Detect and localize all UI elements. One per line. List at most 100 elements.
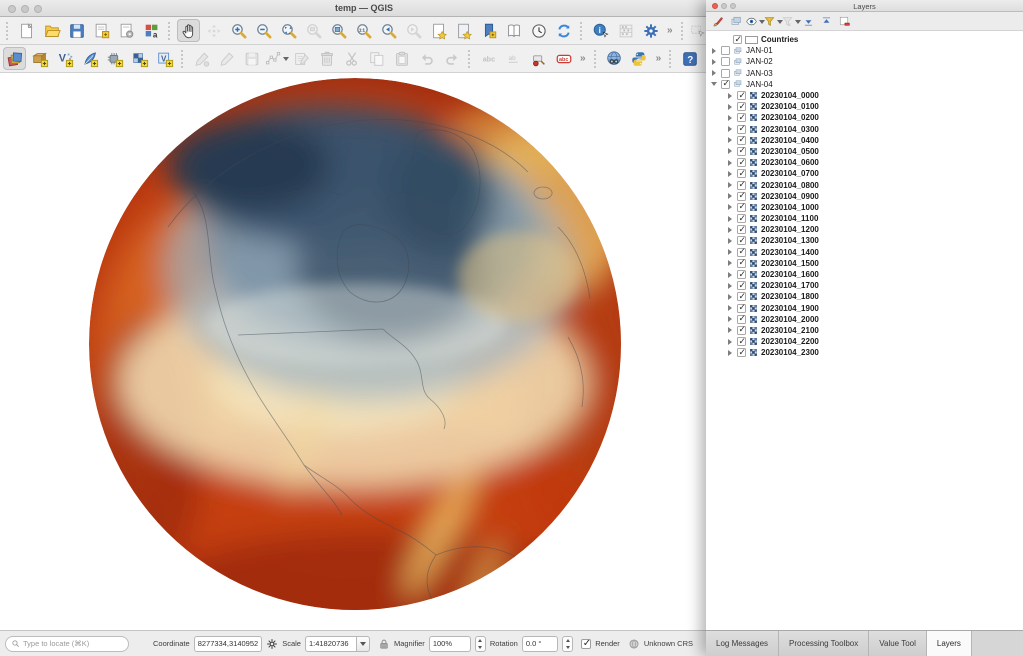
locator-search-input[interactable]: Type to locate (⌘K) [5,636,129,652]
open-project-button[interactable] [40,19,63,42]
crs-globe-icon[interactable] [628,638,640,650]
layer-labeling-button[interactable]: abc [477,47,500,70]
new-spatial-bookmark-button[interactable] [477,19,500,42]
main-titlebar[interactable]: temp — QGIS [0,0,728,17]
tree-expand-arrow-icon[interactable] [727,271,734,279]
pan-map-button[interactable] [177,19,200,42]
layer-row-20230104_0700[interactable]: 20230104_0700 [706,168,1023,179]
render-checkbox[interactable] [581,639,591,649]
tab-value-tool[interactable]: Value Tool [869,631,927,656]
tree-expand-arrow-icon[interactable] [727,282,734,290]
tree-expand-arrow-icon[interactable] [727,237,734,245]
tree-expand-arrow-icon[interactable] [727,192,734,200]
tree-expand-arrow-icon[interactable] [727,103,734,111]
layer-row-20230104_0400[interactable]: 20230104_0400 [706,135,1023,146]
remove-layer-button[interactable] [836,13,853,30]
expand-all-button[interactable] [800,13,817,30]
layer-row-20230104_1300[interactable]: 20230104_1300 [706,235,1023,246]
layer-visibility-checkbox[interactable] [737,270,746,279]
tree-expand-arrow-icon[interactable] [727,226,734,234]
layer-row-20230104_2200[interactable]: 20230104_2200 [706,336,1023,347]
osm-place-search-button[interactable] [603,47,626,70]
layer-visibility-checkbox[interactable] [737,125,746,134]
layer-visibility-checkbox[interactable] [733,35,742,44]
filter-by-expression-button[interactable]: ε [782,13,799,30]
coordinate-input[interactable]: 8277334,3140952 [194,636,262,652]
add-delimited-text-button[interactable] [78,47,101,70]
zoom-last-button[interactable] [377,19,400,42]
zoom-in-button[interactable] [227,19,250,42]
tree-collapse-arrow-icon[interactable] [711,80,718,88]
toolbar-overflow-chevron[interactable]: » [580,53,586,64]
new-print-layout-button[interactable] [90,19,113,42]
layer-visibility-checkbox[interactable] [737,91,746,100]
open-layer-styling-button[interactable] [710,13,727,30]
layer-visibility-checkbox[interactable] [737,248,746,257]
save-edits-button[interactable] [240,47,263,70]
tree-expand-arrow-icon[interactable] [727,181,734,189]
layer-visibility-checkbox[interactable] [737,192,746,201]
layer-visibility-checkbox[interactable] [737,315,746,324]
group-row-jan-04[interactable]: JAN-04 [706,79,1023,90]
layer-row-20230104_1800[interactable]: 20230104_1800 [706,291,1023,302]
layer-visibility-checkbox[interactable] [737,181,746,190]
zoom-next-button[interactable] [402,19,425,42]
layer-row-20230104_1900[interactable]: 20230104_1900 [706,303,1023,314]
layer-visibility-checkbox[interactable] [737,136,746,145]
tree-expand-arrow-icon[interactable] [727,293,734,301]
scale-dropdown-button[interactable] [357,636,370,652]
layer-row-20230104_2100[interactable]: 20230104_2100 [706,325,1023,336]
tree-expand-arrow-icon[interactable] [711,69,718,77]
tree-expand-arrow-icon[interactable] [727,203,734,211]
layer-visibility-checkbox[interactable] [737,225,746,234]
layer-row-20230104_0000[interactable]: 20230104_0000 [706,90,1023,101]
layer-row-20230104_0500[interactable]: 20230104_0500 [706,146,1023,157]
pin-labels-button[interactable] [527,47,550,70]
collapse-all-button[interactable] [818,13,835,30]
toggle-editing-button[interactable] [215,47,238,70]
bookmark-manager-button[interactable] [502,19,525,42]
processing-toolbox-button[interactable] [639,19,662,42]
group-row-jan-03[interactable]: JAN-03 [706,68,1023,79]
style-manager-button[interactable]: a [140,19,163,42]
layer-visibility-checkbox[interactable] [721,69,730,78]
layer-row-20230104_2300[interactable]: 20230104_2300 [706,347,1023,358]
statistical-summary-button[interactable] [614,19,637,42]
rotation-stepper[interactable] [562,636,573,652]
layer-visibility-checkbox[interactable] [737,326,746,335]
new-map-bookmark-button[interactable] [427,19,450,42]
tab-layers[interactable]: Layers [927,631,972,656]
group-row-jan-02[interactable]: JAN-02 [706,56,1023,67]
extents-toggle-icon[interactable] [266,638,278,650]
add-db-layer-button[interactable] [28,47,51,70]
layer-visibility-checkbox[interactable] [721,46,730,55]
scale-combobox[interactable]: 1:41820736 [305,636,370,652]
layer-row-20230104_1600[interactable]: 20230104_1600 [706,269,1023,280]
tree-expand-arrow-icon[interactable] [711,58,718,66]
manage-map-themes-button[interactable] [746,13,763,30]
layer-row-20230104_0100[interactable]: 20230104_0100 [706,101,1023,112]
tree-expand-arrow-icon[interactable] [727,349,734,357]
layer-row-20230104_1000[interactable]: 20230104_1000 [706,202,1023,213]
zoom-out-button[interactable] [252,19,275,42]
add-virtual-layer-button[interactable]: V [153,47,176,70]
tree-expand-arrow-icon[interactable] [727,259,734,267]
refresh-map-button[interactable] [552,19,575,42]
rotation-input[interactable]: 0.0 ° [522,636,558,652]
toolbar-overflow-chevron[interactable]: » [667,25,673,36]
tree-expand-arrow-icon[interactable] [727,315,734,323]
zoom-to-layer-button[interactable] [327,19,350,42]
layer-row-20230104_1400[interactable]: 20230104_1400 [706,247,1023,258]
group-row-jan-01[interactable]: JAN-01 [706,45,1023,56]
magnifier-stepper[interactable] [475,636,486,652]
layer-visibility-checkbox[interactable] [721,80,730,89]
tree-expand-arrow-icon[interactable] [727,125,734,133]
layer-visibility-checkbox[interactable] [737,169,746,178]
add-mesh-layer-button[interactable] [103,47,126,70]
layer-visibility-checkbox[interactable] [737,147,746,156]
tree-expand-arrow-icon[interactable] [727,170,734,178]
layer-visibility-checkbox[interactable] [737,292,746,301]
magnifier-input[interactable]: 100% [429,636,471,652]
undo-button[interactable] [415,47,438,70]
change-label-button[interactable]: abc [552,47,575,70]
